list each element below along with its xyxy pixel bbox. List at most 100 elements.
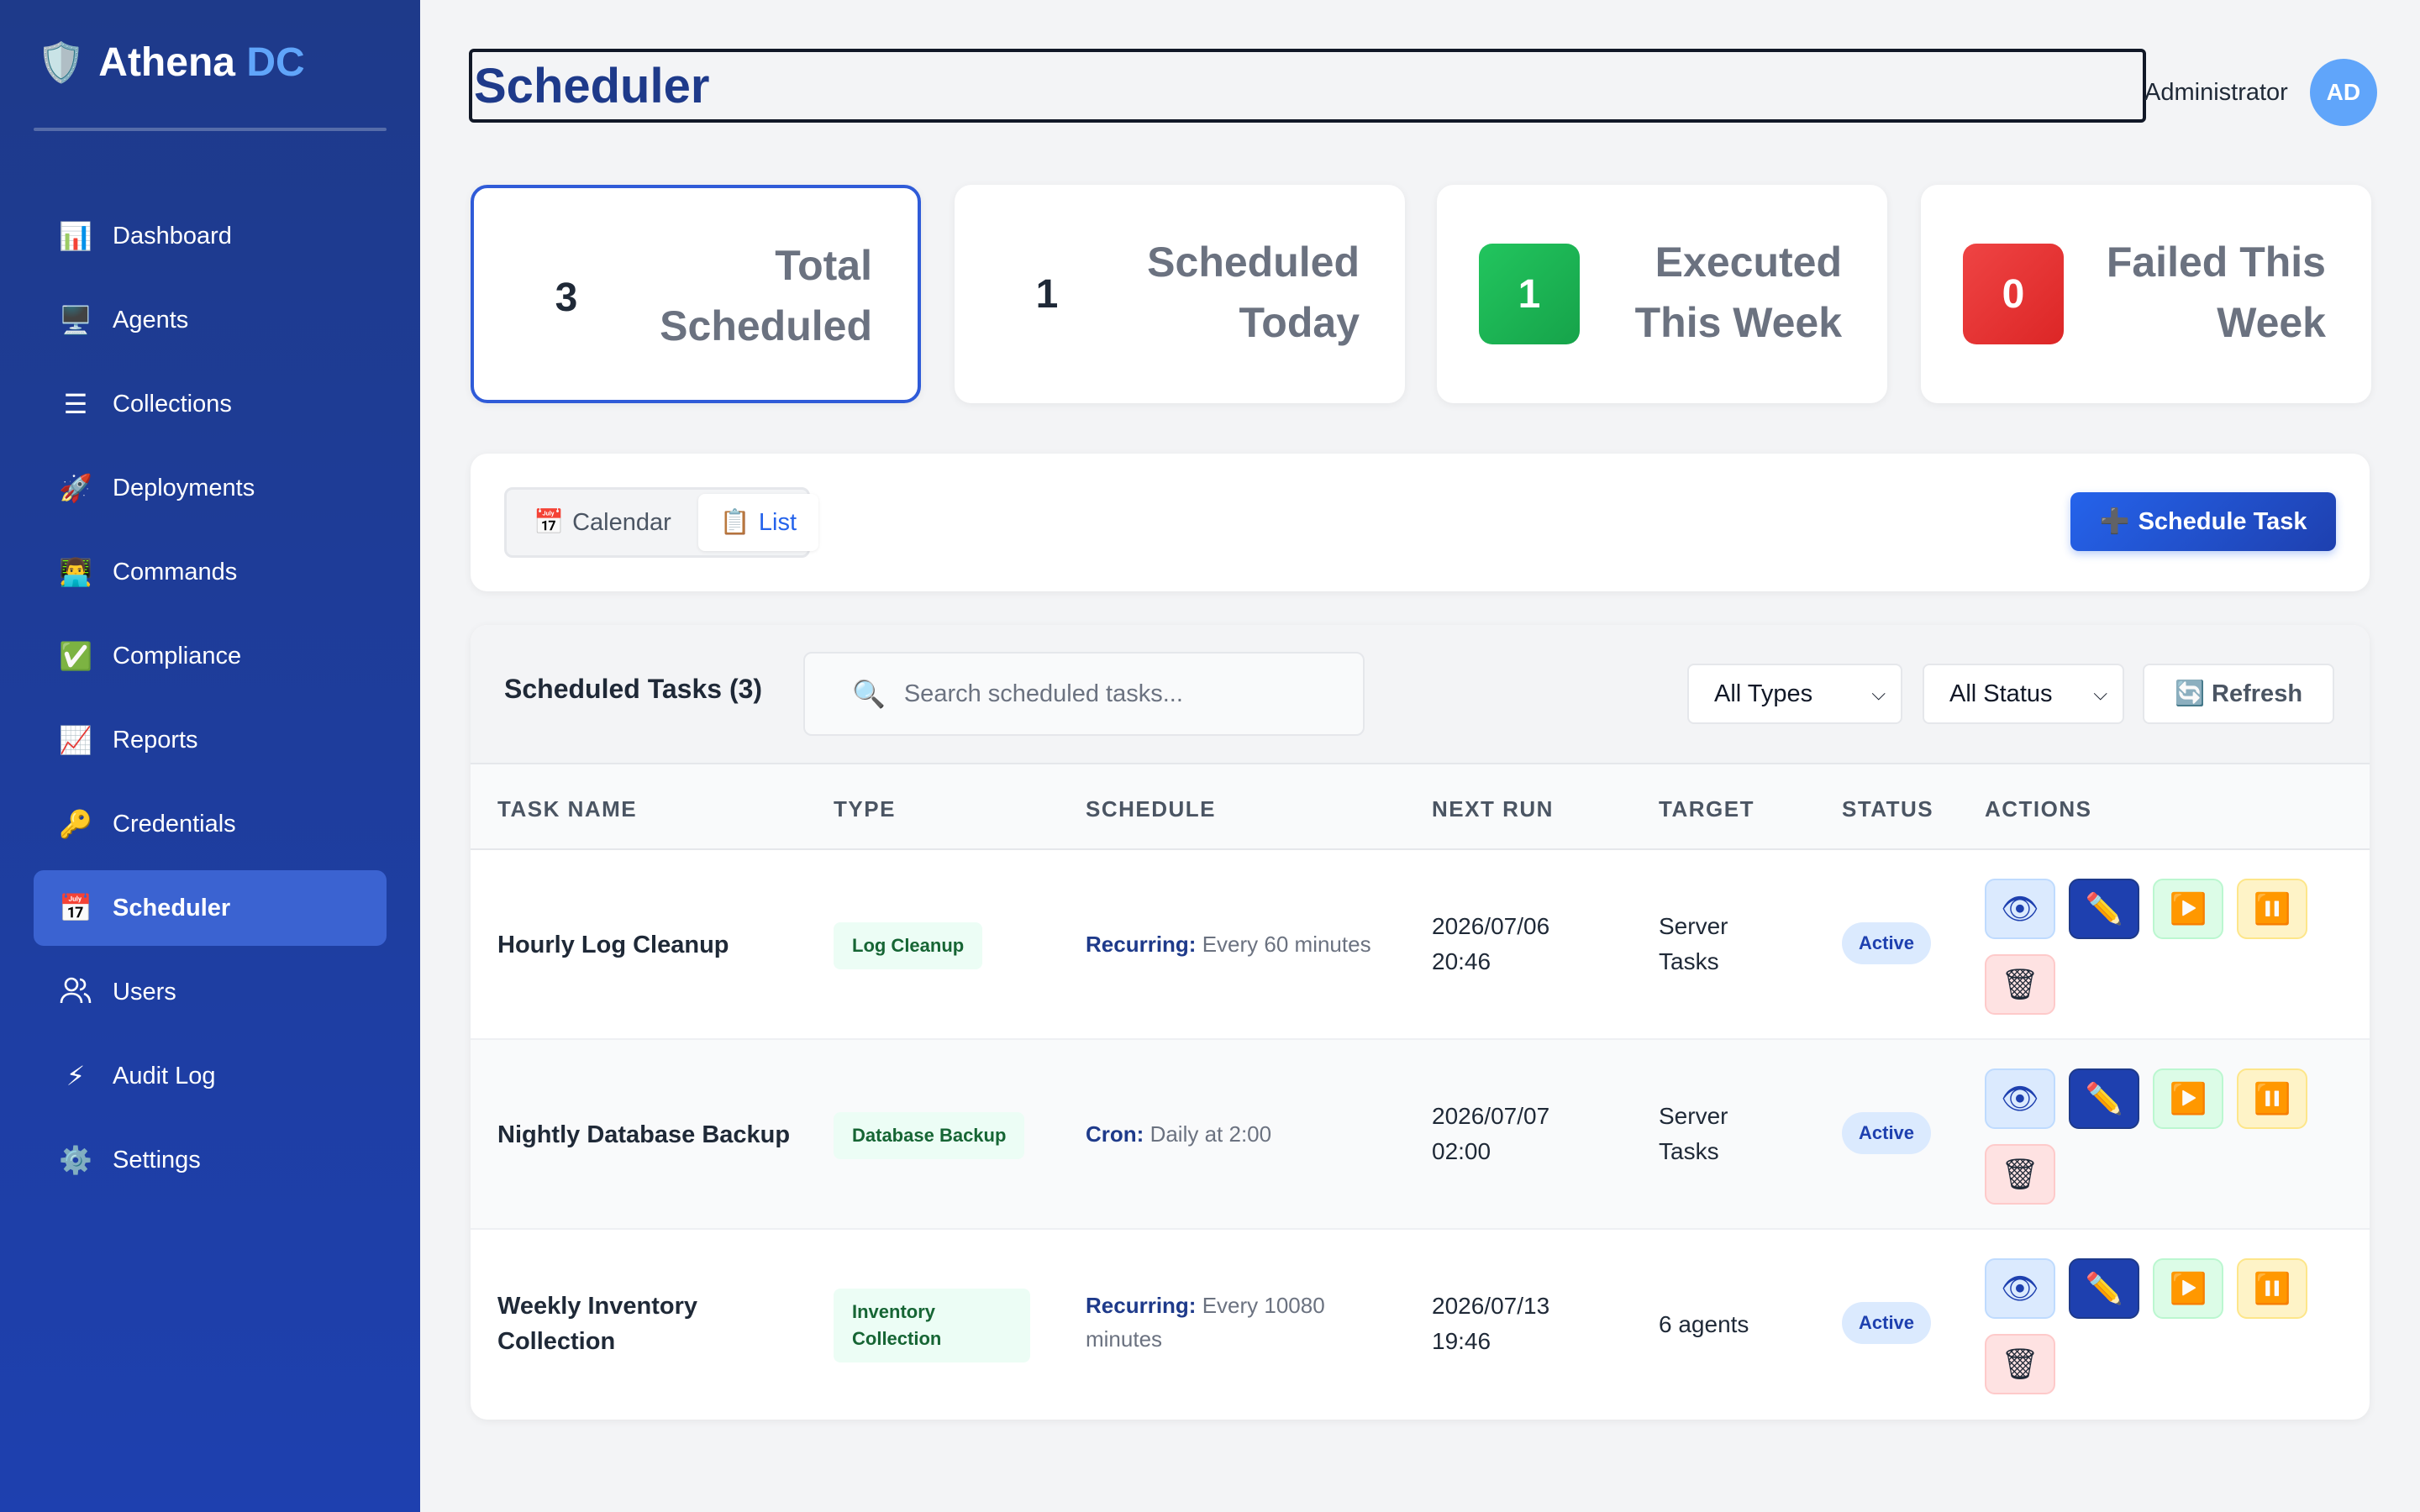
view-button[interactable]: 👁 — [1985, 1258, 2055, 1319]
type-filter-select[interactable]: All Types ⌵ — [1687, 664, 1902, 724]
brand-accent: DC — [246, 39, 305, 85]
pause-button[interactable]: ⏸️ — [2237, 879, 2307, 939]
sidebar-item-audit-log[interactable]: ⚡ Audit Log — [34, 1038, 387, 1114]
column-header-schedule[interactable]: SCHEDULE — [1086, 796, 1216, 822]
delete-button[interactable]: 🗑 — [1985, 1144, 2055, 1205]
sidebar-nav: 📊 Dashboard 🖥️ Agents ☰ Collections 🚀 De… — [34, 198, 387, 1206]
pause-button[interactable]: ⏸️ — [2237, 1068, 2307, 1129]
schedule-text: Recurring: Every 10080 minutes — [1086, 1289, 1371, 1356]
calendar-view-button[interactable]: 📅 Calendar — [512, 494, 693, 551]
sidebar-item-label: Credentials — [113, 810, 236, 837]
sidebar-item-commands[interactable]: 👨‍💻 Commands — [34, 534, 387, 610]
stat-label: Total Scheduled — [660, 242, 872, 349]
pencil-icon: ✏️ — [2085, 1081, 2123, 1116]
search-icon: 🔍 — [852, 679, 886, 709]
sidebar-item-label: Deployments — [113, 474, 255, 501]
run-now-button[interactable]: ▶️ — [2153, 1258, 2223, 1319]
target: Server Tasks — [1659, 1103, 1728, 1164]
column-header-status[interactable]: STATUS — [1842, 796, 1933, 822]
table-row[interactable]: Hourly Log Cleanup Log Cleanup Recurring… — [471, 850, 2370, 1040]
stat-label: Executed This Week — [1634, 239, 1842, 346]
sidebar-item-users[interactable]: Users — [34, 954, 387, 1030]
table-row[interactable]: Weekly Inventory Collection Inventory Co… — [471, 1230, 2370, 1420]
sidebar-item-agents[interactable]: 🖥️ Agents — [34, 282, 387, 358]
status-badge: Active — [1842, 1302, 1932, 1344]
task-name: Hourly Log Cleanup — [497, 932, 729, 958]
status-badge: Active — [1842, 1112, 1932, 1154]
search-box[interactable]: 🔍 — [803, 652, 1365, 736]
pause-icon: ⏸️ — [2253, 1271, 2291, 1305]
trend-chart-icon: 📈 — [59, 725, 92, 755]
schedule-kind: Cron: — [1086, 1121, 1144, 1147]
sidebar-item-label: Reports — [113, 726, 198, 753]
search-input[interactable] — [903, 680, 1341, 708]
column-header-task-name[interactable]: TASK NAME — [497, 796, 637, 822]
sidebar-item-dashboard[interactable]: 📊 Dashboard — [34, 198, 387, 274]
stat-card-executed-this-week[interactable]: 1 Executed This Week — [1437, 185, 1887, 403]
schedule-task-button[interactable]: ➕ Schedule Task — [2070, 492, 2336, 551]
column-header-type[interactable]: TYPE — [834, 796, 896, 822]
table-row[interactable]: Nightly Database Backup Database Backup … — [471, 1040, 2370, 1230]
clipboard-icon: 📋 — [719, 509, 750, 536]
pause-button[interactable]: ⏸️ — [2237, 1258, 2307, 1319]
schedule-kind: Recurring: — [1086, 1293, 1197, 1318]
status-badge: Active — [1842, 922, 1932, 964]
stat-card-scheduled-today[interactable]: 1 Scheduled Today — [955, 185, 1405, 403]
edit-button[interactable]: ✏️ — [2069, 879, 2139, 939]
sidebar-item-reports[interactable]: 📈 Reports — [34, 702, 387, 778]
eye-icon: 👁 — [2001, 891, 2039, 926]
schedule-detail: Every 60 minutes — [1202, 932, 1371, 957]
eye-icon: 👁 — [2001, 1081, 2039, 1116]
brand-name: Athena DC — [98, 39, 305, 85]
gear-icon: ⚙️ — [59, 1145, 92, 1175]
sidebar-item-scheduler[interactable]: 📅 Scheduler — [34, 870, 387, 946]
type-badge: Database Backup — [834, 1112, 1025, 1159]
refresh-icon: 🔄 — [2174, 680, 2206, 707]
technologist-icon: 👨‍💻 — [59, 557, 92, 587]
sidebar-item-label: Scheduler — [113, 894, 231, 921]
shield-icon: 🛡️ — [37, 40, 86, 84]
column-header-next-run[interactable]: NEXT RUN — [1432, 796, 1554, 822]
calendar-icon: 📅 — [534, 509, 565, 536]
type-badge: Log Cleanup — [834, 922, 983, 969]
run-now-button[interactable]: ▶️ — [2153, 1068, 2223, 1129]
edit-button[interactable]: ✏️ — [2069, 1068, 2139, 1129]
schedule-task-label: Schedule Task — [2138, 507, 2307, 535]
play-icon: ▶️ — [2169, 891, 2207, 926]
target: Server Tasks — [1659, 913, 1728, 974]
brand[interactable]: 🛡️ Athena DC — [37, 37, 305, 87]
view-toolbar: 📅 Calendar 📋 List ➕ Schedule Task — [471, 454, 2370, 591]
sidebar-item-collections[interactable]: ☰ Collections — [34, 366, 387, 442]
column-header-target[interactable]: TARGET — [1659, 796, 1754, 822]
list-icon: ☰ — [63, 389, 88, 419]
list-view-button[interactable]: 📋 List — [697, 494, 819, 551]
edit-button[interactable]: ✏️ — [2069, 1258, 2139, 1319]
sidebar-item-compliance[interactable]: ✅ Compliance — [34, 618, 387, 694]
type-badge: Inventory Collection — [834, 1289, 1030, 1362]
next-run: 2026/07/06 20:46 — [1432, 913, 1550, 974]
run-now-button[interactable]: ▶️ — [2153, 879, 2223, 939]
check-icon: ✅ — [59, 641, 92, 671]
sidebar-item-deployments[interactable]: 🚀 Deployments — [34, 450, 387, 526]
key-icon: 🔑 — [59, 809, 92, 839]
schedule-text: Cron: Daily at 2:00 — [1086, 1117, 1388, 1151]
sidebar-item-settings[interactable]: ⚙️ Settings — [34, 1122, 387, 1198]
user-menu[interactable]: Administrator AD — [2144, 59, 2377, 126]
view-button[interactable]: 👁 — [1985, 1068, 2055, 1129]
view-button[interactable]: 👁 — [1985, 879, 2055, 939]
list-view-label: List — [758, 508, 797, 536]
avatar[interactable]: AD — [2309, 59, 2377, 126]
sidebar-item-label: Commands — [113, 558, 238, 585]
sidebar-item-label: Settings — [113, 1146, 201, 1173]
rocket-icon: 🚀 — [59, 473, 92, 503]
sidebar-item-label: Dashboard — [113, 222, 232, 249]
trash-icon: 🗑 — [2001, 1157, 2039, 1191]
sidebar-item-credentials[interactable]: 🔑 Credentials — [34, 786, 387, 862]
stat-card-total-scheduled[interactable]: 3 Total Scheduled — [471, 185, 921, 403]
refresh-button[interactable]: 🔄 Refresh — [2143, 664, 2334, 724]
status-filter-select[interactable]: All Status ⌵ — [1923, 664, 2124, 724]
delete-button[interactable]: 🗑 — [1985, 954, 2055, 1015]
stat-card-failed-this-week[interactable]: 0 Failed This Week — [1921, 185, 2371, 403]
sidebar-item-label: Agents — [113, 306, 189, 333]
delete-button[interactable]: 🗑 — [1985, 1334, 2055, 1394]
